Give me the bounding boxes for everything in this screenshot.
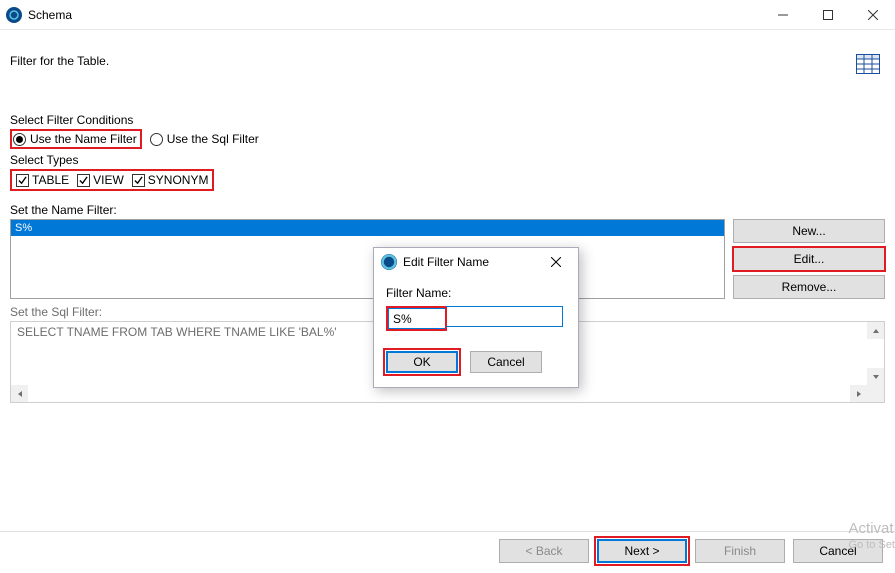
scroll-left-icon[interactable] xyxy=(11,385,28,402)
wizard-footer: < Back Next > Finish Cancel xyxy=(499,539,883,563)
window-title: Schema xyxy=(28,8,72,22)
name-filter-label: Set the Name Filter: xyxy=(10,203,885,217)
name-filter-list[interactable]: S% xyxy=(10,219,725,299)
type-view-checkbox[interactable]: VIEW xyxy=(77,173,124,187)
dialog-title: Edit Filter Name xyxy=(403,255,489,269)
select-types-label: Select Types xyxy=(10,153,885,167)
ok-button[interactable]: OK xyxy=(386,351,458,373)
minimize-button[interactable] xyxy=(760,0,805,30)
scroll-right-icon[interactable] xyxy=(850,385,867,402)
type-synonym-label: SYNONYM xyxy=(148,173,209,187)
radio-selected-icon xyxy=(13,133,26,146)
filter-conditions-label: Select Filter Conditions xyxy=(10,113,885,127)
scroll-up-icon[interactable] xyxy=(867,322,884,339)
filter-name-input[interactable] xyxy=(388,308,445,329)
next-button[interactable]: Next > xyxy=(597,539,687,563)
new-button[interactable]: New... xyxy=(733,219,885,243)
titlebar: Schema xyxy=(0,0,895,30)
use-sql-filter-label: Use the Sql Filter xyxy=(167,132,259,146)
remove-button[interactable]: Remove... xyxy=(733,275,885,299)
use-name-filter-radio[interactable]: Use the Name Filter xyxy=(10,129,142,149)
finish-button[interactable]: Finish xyxy=(695,539,785,563)
radio-unselected-icon xyxy=(150,133,163,146)
list-item[interactable]: S% xyxy=(11,220,724,236)
app-icon xyxy=(6,7,22,23)
use-name-filter-label: Use the Name Filter xyxy=(30,132,137,146)
type-table-label: TABLE xyxy=(32,173,69,187)
dialog-titlebar: Edit Filter Name xyxy=(374,248,578,276)
table-icon xyxy=(856,54,880,77)
page-heading: Filter for the Table. xyxy=(10,54,109,68)
checkbox-checked-icon xyxy=(132,174,145,187)
type-synonym-checkbox[interactable]: SYNONYM xyxy=(132,173,209,187)
filter-name-label: Filter Name: xyxy=(386,286,566,300)
window-controls xyxy=(760,0,895,30)
use-sql-filter-radio[interactable]: Use the Sql Filter xyxy=(150,132,259,146)
type-view-label: VIEW xyxy=(93,173,124,187)
checkbox-checked-icon xyxy=(77,174,90,187)
maximize-button[interactable] xyxy=(805,0,850,30)
scroll-down-icon[interactable] xyxy=(867,368,884,385)
filter-name-input-extend[interactable] xyxy=(446,306,563,327)
checkbox-checked-icon xyxy=(16,174,29,187)
type-table-checkbox[interactable]: TABLE xyxy=(16,173,69,187)
dialog-cancel-button[interactable]: Cancel xyxy=(470,351,542,373)
app-icon xyxy=(381,254,397,270)
back-button[interactable]: < Back xyxy=(499,539,589,563)
edit-filter-name-dialog: Edit Filter Name Filter Name: OK Cancel xyxy=(373,247,579,388)
close-button[interactable] xyxy=(850,0,895,30)
scroll-corner xyxy=(867,385,884,402)
dialog-close-button[interactable] xyxy=(536,250,576,274)
cancel-button[interactable]: Cancel xyxy=(793,539,883,563)
edit-button[interactable]: Edit... xyxy=(733,247,885,271)
